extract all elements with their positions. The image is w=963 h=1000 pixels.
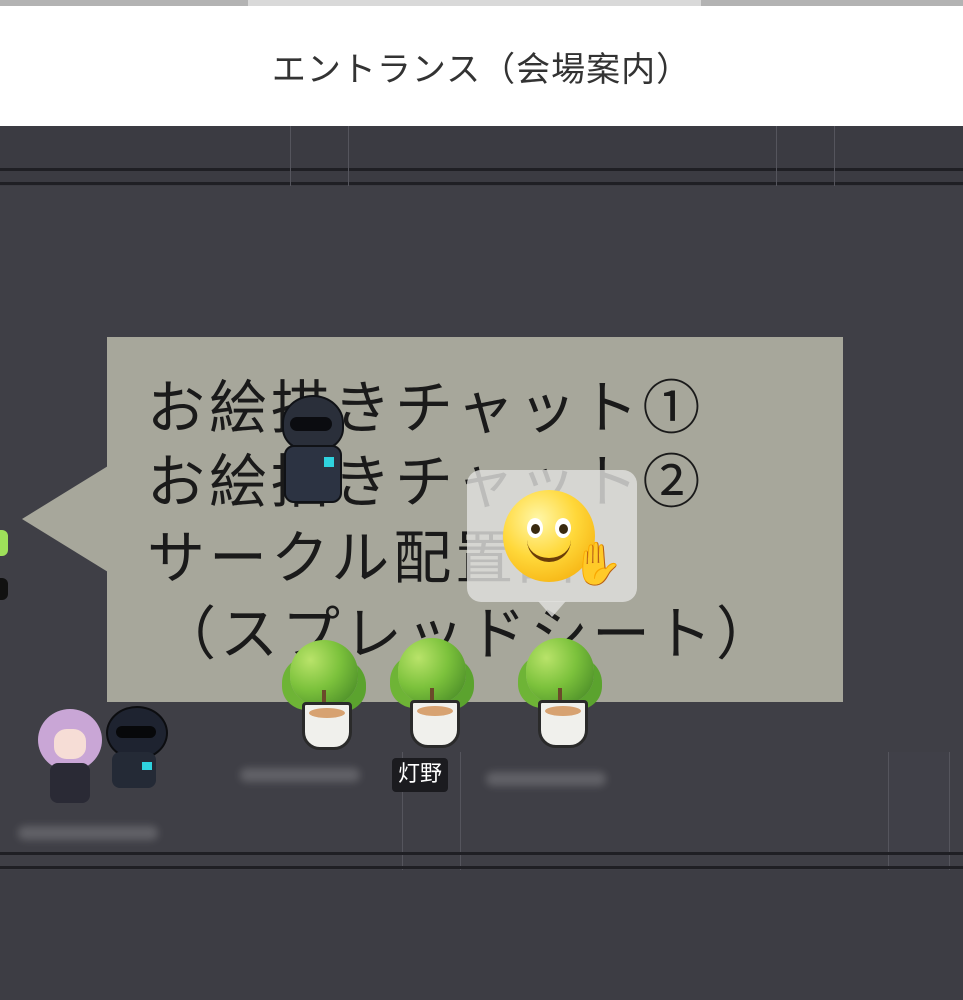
blurred-name-tag <box>240 768 360 782</box>
emote-bubble-tail <box>538 601 566 617</box>
waving-hand-icon: ✋ <box>571 539 624 588</box>
blurred-name-tag <box>18 826 158 840</box>
player-name-tag: 灯野 <box>392 758 449 792</box>
potted-plant <box>524 638 596 748</box>
pink-hair-player-avatar[interactable] <box>38 705 102 805</box>
area-header: エントランス（会場案内） <box>0 6 963 126</box>
wall-edge-line <box>0 182 963 185</box>
lower-wall-line <box>0 866 963 869</box>
sign-line-drawing-chat-1: お絵描きチャット① <box>147 374 705 442</box>
sign-line-spreadsheet: （スプレッドシート） <box>158 600 779 668</box>
upper-wall <box>0 126 963 186</box>
lower-wall-line <box>0 852 963 855</box>
area-title: エントランス（会場案内） <box>271 49 692 90</box>
blurred-name-tag <box>486 772 606 786</box>
wall-edge-line <box>0 168 963 171</box>
potted-plant <box>288 640 360 750</box>
offscreen-player-avatar[interactable] <box>0 520 8 610</box>
helmet-player-avatar[interactable] <box>102 706 168 790</box>
tile-seam <box>776 126 777 186</box>
sign-bubble-tail <box>22 466 108 572</box>
tile-seam <box>348 126 349 186</box>
hooded-player-avatar[interactable] <box>276 395 346 505</box>
tile-seam <box>290 126 291 186</box>
lower-wall <box>0 870 963 1000</box>
potted-plant <box>396 638 468 748</box>
tile-seam <box>834 126 835 186</box>
